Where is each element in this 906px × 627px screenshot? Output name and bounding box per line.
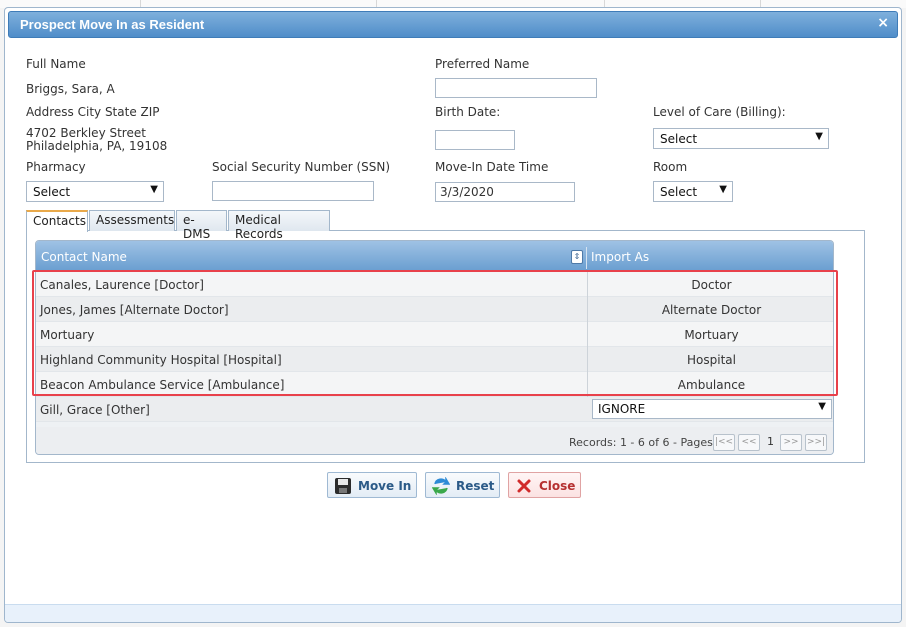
contact-name-cell: Mortuary xyxy=(40,328,95,342)
address-label: Address City State ZIP xyxy=(26,105,160,119)
move-in-date-label: Move-In Date Time xyxy=(435,160,549,174)
column-header-contact-name[interactable]: Contact Name xyxy=(41,250,127,264)
dropdown-arrow-icon: ▼ xyxy=(818,401,826,412)
birth-date-label: Birth Date: xyxy=(435,105,501,119)
dropdown-arrow-icon: ▼ xyxy=(815,131,823,142)
dropdown-arrow-icon: ▼ xyxy=(719,184,727,195)
address-line2: Philadelphia, PA, 19108 xyxy=(26,139,168,153)
move-in-button-label: Move In xyxy=(358,479,412,493)
room-value: Select xyxy=(660,185,698,199)
ssn-input[interactable] xyxy=(212,181,374,201)
close-button-label: Close xyxy=(539,479,576,493)
birth-date-input[interactable] xyxy=(435,130,515,150)
first-page-icon[interactable]: |<< xyxy=(713,434,735,451)
prev-page-icon[interactable]: << xyxy=(738,434,760,451)
full-name-value: Briggs, Sara, A xyxy=(26,82,115,96)
table-row[interactable]: Gill, Grace [Other] IGNORE ▼ xyxy=(36,397,833,422)
address-line1: 4702 Berkley Street xyxy=(26,126,146,140)
reset-button[interactable]: Reset xyxy=(425,472,500,498)
table-row[interactable]: Highland Community Hospital [Hospital] H… xyxy=(36,347,833,372)
import-as-cell[interactable]: Ambulance xyxy=(587,372,833,397)
contact-name-cell: Highland Community Hospital [Hospital] xyxy=(40,353,282,367)
move-in-date-input[interactable]: 3/3/2020 xyxy=(435,182,575,202)
import-as-cell[interactable]: Doctor xyxy=(587,272,833,297)
dropdown-arrow-icon: ▼ xyxy=(150,184,158,195)
close-icon[interactable]: × xyxy=(877,15,889,31)
contact-name-cell: Gill, Grace [Other] xyxy=(40,403,150,417)
table-row[interactable]: Mortuary Mortuary xyxy=(36,322,833,347)
save-disk-icon xyxy=(335,478,351,494)
room-label: Room xyxy=(653,160,688,174)
last-page-icon[interactable]: >>| xyxy=(805,434,827,451)
next-page-icon[interactable]: >> xyxy=(780,434,802,451)
records-summary: Records: 1 - 6 of 6 - Pages: xyxy=(569,436,717,449)
tab-contacts[interactable]: Contacts xyxy=(26,210,88,232)
preferred-name-input[interactable] xyxy=(435,78,597,98)
room-select[interactable]: Select ▼ xyxy=(653,181,733,202)
tab-e-dms[interactable]: e-DMS xyxy=(176,210,227,241)
import-as-value: IGNORE xyxy=(598,402,646,416)
contacts-grid: Contact Name ⇕ Import As Canales, Lauren… xyxy=(35,240,834,455)
level-of-care-value: Select xyxy=(660,132,698,146)
level-of-care-label: Level of Care (Billing): xyxy=(653,105,786,119)
grid-header: Contact Name ⇕ Import As xyxy=(36,241,833,271)
pharmacy-value: Select xyxy=(33,185,71,199)
tab-assessments[interactable]: Assessments xyxy=(89,210,175,231)
dialog-footer-bar xyxy=(5,604,901,622)
refresh-icon xyxy=(432,477,450,495)
level-of-care-select[interactable]: Select ▼ xyxy=(653,128,829,149)
import-as-select[interactable]: IGNORE ▼ xyxy=(592,399,832,419)
reset-button-label: Reset xyxy=(456,479,495,493)
sort-icon[interactable]: ⇕ xyxy=(571,250,583,264)
contact-name-cell: Canales, Laurence [Doctor] xyxy=(40,278,204,292)
column-header-import-as[interactable]: Import As xyxy=(591,250,649,264)
contact-name-cell: Beacon Ambulance Service [Ambulance] xyxy=(40,378,285,392)
ssn-label: Social Security Number (SSN) xyxy=(212,160,391,174)
table-row[interactable]: Beacon Ambulance Service [Ambulance] Amb… xyxy=(36,372,833,397)
preferred-name-label: Preferred Name xyxy=(435,57,530,71)
grid-pager: Records: 1 - 6 of 6 - Pages: |<< << 1 >>… xyxy=(36,427,833,454)
move-in-button[interactable]: Move In xyxy=(327,472,417,498)
table-row[interactable]: Jones, James [Alternate Doctor] Alternat… xyxy=(36,297,833,322)
full-name-label: Full Name xyxy=(26,57,86,71)
contact-name-cell: Jones, James [Alternate Doctor] xyxy=(40,303,229,317)
close-x-icon xyxy=(517,479,531,493)
import-as-cell[interactable]: Mortuary xyxy=(587,322,833,347)
pharmacy-label: Pharmacy xyxy=(26,160,86,174)
import-as-cell[interactable]: Hospital xyxy=(587,347,833,372)
pharmacy-select[interactable]: Select ▼ xyxy=(26,181,164,202)
tab-medical-records[interactable]: Medical Records xyxy=(228,210,330,241)
import-as-cell[interactable]: Alternate Doctor xyxy=(587,297,833,322)
table-row[interactable]: Canales, Laurence [Doctor] Doctor xyxy=(36,272,833,297)
column-divider xyxy=(586,247,587,269)
dialog-title: Prospect Move In as Resident xyxy=(20,17,205,32)
current-page: 1 xyxy=(767,435,774,448)
close-button[interactable]: Close xyxy=(508,472,581,498)
dialog-titlebar: Prospect Move In as Resident × xyxy=(8,11,898,38)
